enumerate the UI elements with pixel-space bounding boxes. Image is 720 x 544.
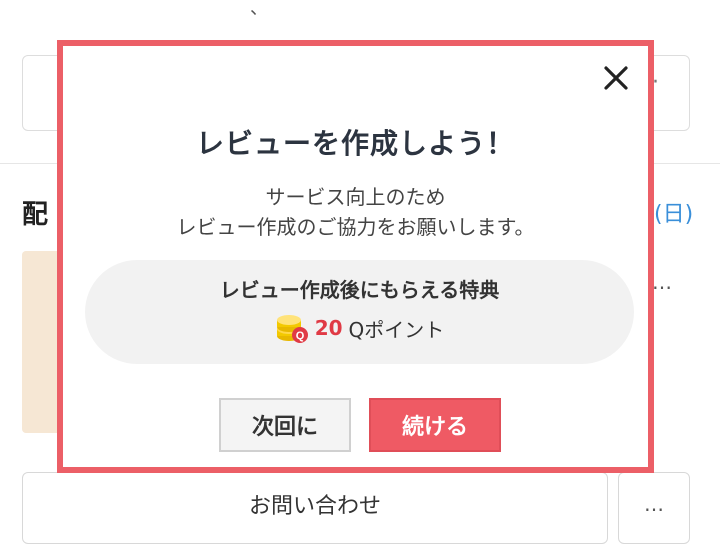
date-link[interactable]: (日): [654, 196, 693, 228]
more-button[interactable]: …: [618, 472, 690, 544]
benefit-box: レビュー作成後にもらえる特典 Q 20 Qポイント: [85, 260, 634, 364]
section-heading: 配: [22, 200, 49, 230]
benefit-title: レビュー作成後にもらえる特典: [219, 278, 500, 302]
later-button[interactable]: 次回に: [219, 398, 351, 452]
benefit-row: Q 20 Qポイント: [85, 312, 634, 344]
modal-title: レビューを作成しよう！: [195, 127, 515, 160]
svg-text:Q: Q: [295, 330, 304, 342]
benefit-unit: Qポイント: [348, 317, 445, 342]
modal-description: サービス向上のため レビュー作成のご協力をお願いします。: [63, 182, 648, 242]
item-title-ellipsis: …: [652, 270, 672, 294]
q-point-coin-icon: Q: [275, 312, 309, 344]
description-line-1: サービス向上のため: [265, 185, 446, 209]
top-fragment: 、: [250, 0, 268, 19]
description-line-2: レビュー作成のご協力をお願いします。: [176, 215, 535, 239]
continue-button[interactable]: 続ける: [369, 398, 501, 452]
contact-button[interactable]: お問い合わせ: [22, 472, 608, 544]
close-button[interactable]: [602, 64, 630, 92]
benefit-amount: 20: [314, 316, 343, 340]
close-icon: [604, 66, 628, 90]
review-modal: レビューを作成しよう！ サービス向上のため レビュー作成のご協力をお願いします。…: [57, 40, 654, 473]
